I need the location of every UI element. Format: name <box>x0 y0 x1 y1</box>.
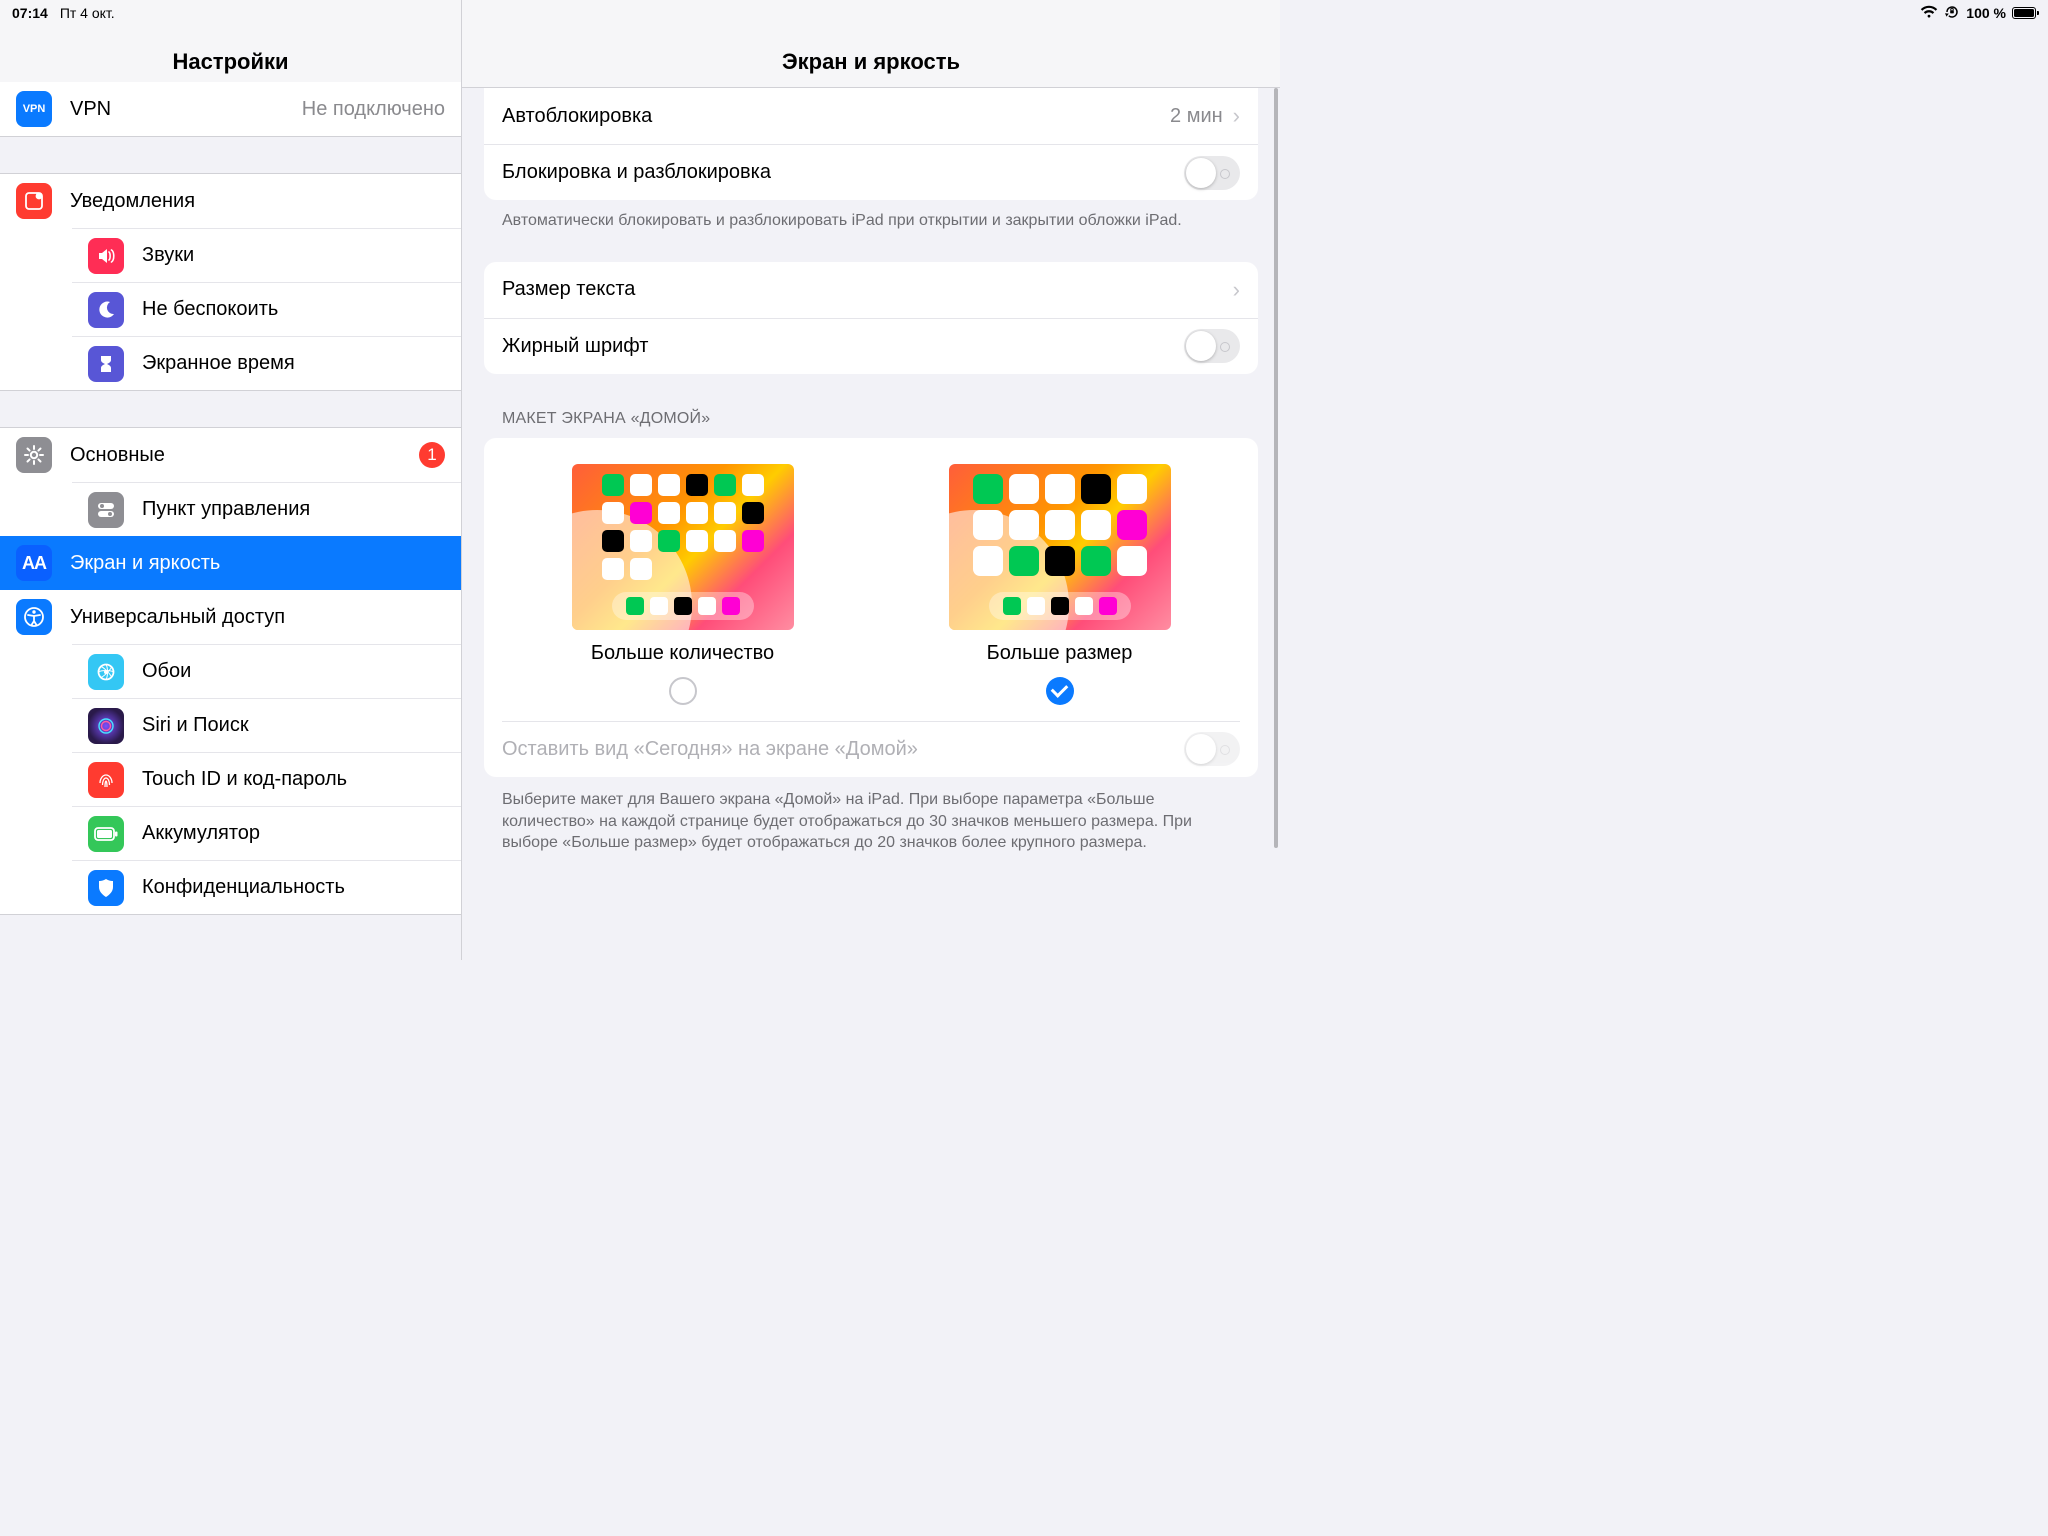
sidebar-item-display[interactable]: AA Экран и яркость <box>0 536 461 590</box>
sidebar-item-label: Конфиденциальность <box>142 876 445 899</box>
toggle-keep-today <box>1184 732 1240 766</box>
status-bar: 07:14 Пт 4 окт. 100 % <box>0 0 2048 26</box>
sidebar-item-value: Не подключено <box>302 98 445 121</box>
orientation-lock-icon <box>1944 4 1960 23</box>
toggle-bold-text[interactable] <box>1184 329 1240 363</box>
toggle-lock-unlock[interactable] <box>1184 156 1240 190</box>
battery-setting-icon <box>88 816 124 852</box>
sidebar-item-label: Звуки <box>142 244 445 267</box>
sounds-icon <box>88 238 124 274</box>
sidebar-item-sounds[interactable]: Звуки <box>72 228 461 282</box>
radio-more[interactable] <box>669 677 697 705</box>
sidebar-item-label: Не беспокоить <box>142 298 445 321</box>
siri-icon <box>88 708 124 744</box>
sidebar-item-wallpaper[interactable]: Обои <box>72 644 461 698</box>
sidebar-item-label: Экран и яркость <box>70 552 445 575</box>
display-icon: AA <box>16 545 52 581</box>
layout-preview-more <box>572 464 794 630</box>
detail-title: Экран и яркость <box>782 49 960 75</box>
cell-bold-text[interactable]: Жирный шрифт <box>484 318 1258 374</box>
control-icon <box>88 492 124 528</box>
sidebar-item-accessibility[interactable]: Универсальный доступ <box>0 590 461 644</box>
layout-option-label: Больше количество <box>591 642 774 665</box>
detail-pane: Экран и яркость Автоблокировка 2 мин › Б… <box>462 0 1280 960</box>
scroll-indicator[interactable] <box>1274 88 1278 848</box>
wallpaper-icon <box>88 654 124 690</box>
wifi-icon <box>1920 5 1938 22</box>
layout-preview-bigger <box>949 464 1171 630</box>
sidebar-item-label: Аккумулятор <box>142 822 445 845</box>
cell-lock-unlock[interactable]: Блокировка и разблокировка <box>484 144 1258 200</box>
home-layout-options: Больше количество Больше разме <box>484 438 1258 721</box>
sidebar-item-dnd[interactable]: Не беспокоить <box>72 282 461 336</box>
sidebar-item-label: Touch ID и код-пароль <box>142 768 445 791</box>
sidebar-item-label: VPN <box>70 98 302 121</box>
home-layout-header: МАКЕТ ЭКРАНА «ДОМОЙ» <box>502 410 1240 428</box>
sidebar-item-screentime[interactable]: Экранное время <box>72 336 461 390</box>
sidebar-item-vpn[interactable]: VPN VPN Не подключено <box>0 82 461 136</box>
status-date: Пт 4 окт. <box>60 5 115 21</box>
screentime-icon <box>88 346 124 382</box>
layout-option-more[interactable]: Больше количество <box>572 464 794 705</box>
privacy-icon <box>88 870 124 906</box>
vpn-icon: VPN <box>16 91 52 127</box>
notifications-icon <box>16 183 52 219</box>
layout-option-label: Больше размер <box>987 642 1133 665</box>
radio-bigger[interactable] <box>1046 677 1074 705</box>
touchid-icon <box>88 762 124 798</box>
sidebar-item-label: Уведомления <box>70 190 445 213</box>
chevron-right-icon: › <box>1233 103 1240 129</box>
cell-label: Оставить вид «Сегодня» на экране «Домой» <box>502 738 1184 761</box>
cell-label: Размер текста <box>502 278 1233 301</box>
cell-text-size[interactable]: Размер текста › <box>484 262 1258 318</box>
dnd-icon <box>88 292 124 328</box>
general-icon <box>16 437 52 473</box>
sidebar-title: Настройки <box>172 49 288 75</box>
sidebar-item-label: Экранное время <box>142 352 445 375</box>
sidebar-item-label: Основные <box>70 444 419 467</box>
layout-option-bigger[interactable]: Больше размер <box>949 464 1171 705</box>
battery-icon <box>2012 7 2036 19</box>
sidebar-item-control[interactable]: Пункт управления <box>72 482 461 536</box>
sidebar-item-privacy[interactable]: Конфиденциальность <box>72 860 461 914</box>
cell-keep-today: Оставить вид «Сегодня» на экране «Домой» <box>484 721 1258 777</box>
chevron-right-icon: › <box>1233 277 1240 303</box>
home-layout-footer: Выберите макет для Вашего экрана «Домой»… <box>502 789 1240 854</box>
settings-sidebar: Настройки VPN VPN Не подключено Уведомле… <box>0 0 462 960</box>
sidebar-item-battery[interactable]: Аккумулятор <box>72 806 461 860</box>
sidebar-item-label: Универсальный доступ <box>70 606 445 629</box>
sidebar-item-label: Пункт управления <box>142 498 445 521</box>
cell-label: Жирный шрифт <box>502 335 1184 358</box>
accessibility-icon <box>16 599 52 635</box>
sidebar-item-siri[interactable]: Siri и Поиск <box>72 698 461 752</box>
sidebar-item-touchid[interactable]: Touch ID и код-пароль <box>72 752 461 806</box>
cell-label: Блокировка и разблокировка <box>502 161 1184 184</box>
cell-value: 2 мин <box>1170 105 1223 128</box>
status-time: 07:14 <box>12 5 48 21</box>
badge: 1 <box>419 442 445 468</box>
sidebar-item-label: Обои <box>142 660 445 683</box>
cell-label: Автоблокировка <box>502 105 1170 128</box>
cell-autolock[interactable]: Автоблокировка 2 мин › <box>484 88 1258 144</box>
battery-label: 100 % <box>1966 5 2006 21</box>
lock-unlock-footer: Автоматически блокировать и разблокирова… <box>502 210 1240 232</box>
sidebar-item-general[interactable]: Основные 1 <box>0 428 461 482</box>
sidebar-item-notifications[interactable]: Уведомления <box>0 174 461 228</box>
sidebar-item-label: Siri и Поиск <box>142 714 445 737</box>
